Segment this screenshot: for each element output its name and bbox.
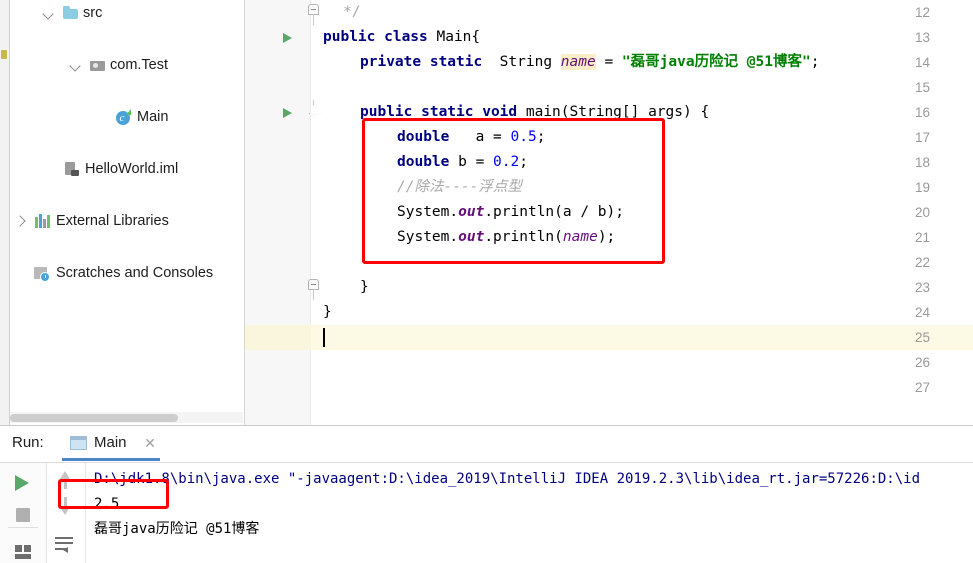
tool-window-marker	[1, 50, 7, 59]
editor-gutter[interactable]	[245, 0, 311, 425]
run-tab-active-underline	[62, 458, 160, 461]
code-token: Main{	[427, 29, 481, 45]
layout-icon[interactable]	[8, 533, 38, 563]
tree-item-label: HelloWorld.iml	[85, 161, 179, 177]
current-line-gutter-highlight	[245, 325, 311, 350]
scratches-icon	[33, 260, 51, 286]
code-token: String	[482, 54, 561, 70]
run-class-gutter-icon[interactable]	[282, 25, 294, 50]
console-output[interactable]: D:\jdk1.8\bin\java.exe "-javaagent:D:\id…	[86, 463, 973, 563]
rerun-icon[interactable]	[8, 467, 38, 497]
stop-icon[interactable]	[8, 499, 38, 529]
project-tool-window[interactable]: src com.Test Main HelloWorld.iml Externa…	[10, 0, 243, 425]
code-line-23: }	[360, 279, 369, 295]
tree-item-label: src	[83, 5, 103, 21]
field-name-token: name	[560, 54, 596, 70]
project-horizontal-scrollbar[interactable]	[10, 412, 243, 423]
chevron-down-icon[interactable]	[69, 52, 84, 78]
tree-item-scratches-and-consoles[interactable]: Scratches and Consoles	[10, 260, 243, 286]
tree-item-label: External Libraries	[56, 213, 169, 229]
console-command-line: D:\jdk1.8\bin\java.exe "-javaagent:D:\id…	[94, 471, 921, 487]
keyword-token: private static	[360, 54, 483, 70]
toolbar-divider	[8, 527, 38, 528]
keyword-token: public class	[323, 29, 428, 45]
code-token: =	[595, 54, 622, 70]
console-output-line: 磊哥java历险记 @51博客	[94, 521, 260, 537]
text-caret	[323, 328, 325, 347]
tree-item-external-libraries[interactable]: External Libraries	[10, 208, 243, 234]
code-token: ;	[810, 54, 820, 70]
run-toolbar-primary[interactable]	[0, 463, 47, 563]
console-icon	[70, 436, 87, 450]
chevron-down-icon[interactable]	[42, 0, 57, 26]
run-toolbar-secondary[interactable]	[47, 463, 86, 563]
soft-wrap-icon[interactable]	[55, 535, 77, 555]
tree-item-com-test[interactable]: com.Test	[10, 52, 243, 78]
run-tab-label: Main	[94, 434, 127, 451]
annotation-box-output	[58, 479, 169, 509]
close-icon[interactable]: ✕	[142, 430, 158, 456]
run-tool-window[interactable]: Run: Main ✕ D:\jdk1.8\bin\java.exe "-jav…	[0, 425, 973, 563]
chevron-right-icon[interactable]	[13, 208, 28, 234]
tree-item-label: Main	[137, 109, 169, 125]
tree-item-helloworld-iml[interactable]: HelloWorld.iml	[10, 156, 243, 182]
tree-item-main[interactable]: Main	[10, 104, 243, 130]
tree-item-label: Scratches and Consoles	[56, 265, 214, 281]
code-line-13: public class Main{	[323, 25, 480, 50]
annotation-box-code	[362, 118, 665, 264]
code-line-24: }	[323, 304, 332, 320]
folder-icon	[62, 0, 80, 26]
run-panel-title: Run:	[12, 434, 44, 451]
tree-item-src[interactable]: src	[10, 0, 243, 26]
string-literal-token: "磊哥java历险记 @51博客"	[621, 54, 811, 70]
module-file-icon	[64, 156, 82, 182]
tree-item-label: com.Test	[110, 57, 169, 73]
scrollbar-thumb[interactable]	[10, 414, 178, 422]
package-icon	[89, 52, 107, 78]
java-class-icon	[115, 104, 133, 130]
run-method-gutter-icon[interactable]	[282, 100, 294, 125]
code-line-12: */	[343, 4, 361, 20]
external-libraries-icon	[33, 208, 53, 234]
code-line-14: private static String name = "磊哥java历险记 …	[360, 50, 819, 75]
left-tool-window-bar[interactable]	[0, 0, 10, 425]
code-editor[interactable]: 12 13 14 15 16 17 18 19 20 21 22 23 24 2…	[244, 0, 973, 425]
